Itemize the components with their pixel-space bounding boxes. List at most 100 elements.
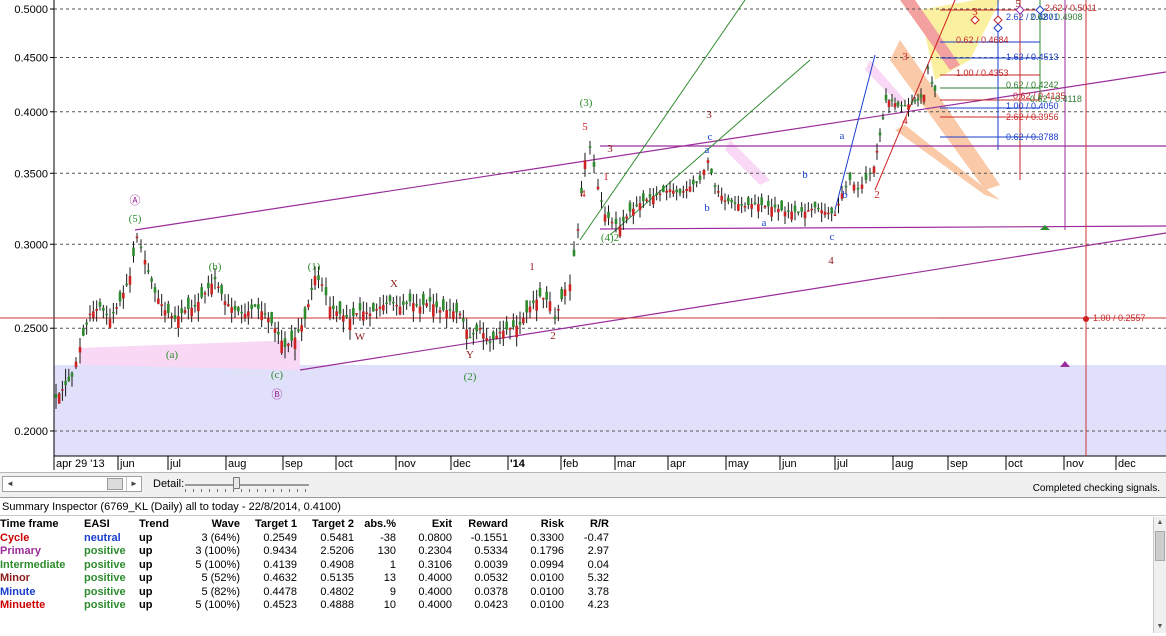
- detail-label: Detail:: [153, 478, 185, 490]
- wave-label: 3: [902, 51, 908, 63]
- fib-label: 2.62 / 0.4801: [1006, 12, 1059, 22]
- price-bar-body: [220, 285, 223, 294]
- price-bar-body: [382, 304, 385, 311]
- price-bar-body: [833, 214, 837, 217]
- scroll-right-icon[interactable]: ►: [126, 477, 141, 491]
- price-bar-body: [352, 307, 355, 317]
- col-header-exit[interactable]: Exit: [396, 517, 452, 531]
- price-bar-body: [767, 200, 770, 207]
- price-bar-body: [610, 221, 614, 224]
- status-message: Completed checking signals.: [1032, 483, 1160, 494]
- scroll-thumb[interactable]: [107, 478, 123, 490]
- price-bar-body: [702, 169, 706, 176]
- price-bar-body: [688, 186, 692, 192]
- cell-exit: 0.2304: [418, 545, 452, 558]
- price-bar-body: [452, 311, 455, 320]
- cell-target1: 0.4632: [263, 572, 297, 585]
- col-header-easi[interactable]: EASI: [84, 517, 139, 531]
- table-row[interactable]: Minute positive up 5 (82%) 0.4478 0.4802 9 0.40…: [0, 585, 609, 599]
- table-row[interactable]: Minuette positive up 5 (100%) 0.4523 0.4888 10…: [0, 599, 609, 613]
- col-header-rr[interactable]: R/R: [564, 517, 609, 531]
- price-bar-body: [415, 304, 418, 306]
- price-chart[interactable]: 0.5000 0.4500 0.4000 0.3500 0.3000 0.2500 0.20…: [0, 0, 1166, 472]
- vscroll-thumb[interactable]: [1155, 531, 1165, 561]
- col-header-target1[interactable]: Target 1: [240, 517, 297, 531]
- price-bar-body: [283, 338, 287, 348]
- wave-label: 2: [874, 189, 880, 201]
- horizontal-scrollbar[interactable]: ◄ ►: [2, 476, 142, 492]
- scroll-down-icon[interactable]: ▼: [1154, 621, 1166, 633]
- price-bar-body: [207, 282, 210, 289]
- price-bar-body: [662, 185, 665, 193]
- price-bar-body: [313, 276, 317, 286]
- price-bar-body: [167, 303, 170, 314]
- price-bar-body: [442, 299, 445, 311]
- summary-inspector: Summary Inspector (6769_KL (Daily) all t…: [0, 497, 1166, 636]
- scroll-left-icon[interactable]: ◄: [3, 477, 17, 491]
- price-bar-body: [418, 306, 422, 314]
- table-row[interactable]: Primary positive up 3 (100%) 0.9434 2.5206 130…: [0, 545, 609, 559]
- price-bar-body: [502, 330, 505, 339]
- price-bar-body: [827, 212, 830, 215]
- price-bar-body: [797, 211, 800, 213]
- chart-canvas[interactable]: 0.5000 0.4500 0.4000 0.3500 0.3000 0.2500 0.20…: [0, 0, 1166, 472]
- wave-label: (2): [464, 371, 477, 383]
- price-bar-body: [92, 311, 95, 318]
- wave-label: (3): [580, 97, 593, 109]
- price-bar-body: [243, 313, 247, 318]
- col-header-trend[interactable]: Trend: [139, 517, 184, 531]
- col-header-wave[interactable]: Wave: [184, 517, 240, 531]
- time-tick-label: may: [728, 458, 749, 470]
- price-bar-body: [773, 204, 777, 208]
- cell-exit: 0.4000: [418, 599, 452, 612]
- scroll-up-icon[interactable]: ▲: [1154, 517, 1166, 529]
- cell-easi: positive: [84, 572, 126, 585]
- table-row[interactable]: Minor positive up 5 (52%) 0.4632 0.5135 13 0.40…: [0, 572, 609, 586]
- slider-knob[interactable]: [233, 477, 240, 489]
- table-row[interactable]: Cycle neutral up 3 (64%) 0.2549 0.5481 -38 0.08…: [0, 531, 609, 545]
- cell-trend: up: [139, 599, 153, 612]
- cell-rr: 4.23: [587, 599, 609, 612]
- price-bar-body: [588, 146, 592, 148]
- target-marker: [1083, 316, 1089, 322]
- price-bar-body: [482, 333, 485, 339]
- price-bar-body: [307, 304, 310, 308]
- price-bar-body: [770, 206, 773, 217]
- price-bar-body: [760, 197, 763, 206]
- price-bar-body: [385, 302, 388, 304]
- cell-trend: up: [139, 531, 153, 544]
- detail-slider[interactable]: [185, 477, 315, 493]
- cell-exit: 0.0800: [418, 531, 452, 544]
- price-bar-body: [777, 208, 780, 213]
- price-bar-body: [830, 207, 833, 214]
- price-bar-body: [233, 305, 237, 311]
- price-bar-body: [632, 208, 635, 216]
- cell-abs: 1: [389, 558, 396, 571]
- wave-label: (1): [308, 261, 321, 273]
- time-tick-label: oct: [1008, 458, 1023, 470]
- col-header-timeframe[interactable]: Time frame: [0, 517, 84, 531]
- cell-risk: 0.0100: [530, 599, 564, 612]
- price-bar-body: [868, 172, 872, 175]
- col-header-target2[interactable]: Target 2: [297, 517, 354, 531]
- price-bar-body: [645, 199, 648, 201]
- cell-target2: 0.4908: [320, 558, 354, 571]
- price-bar-body: [495, 335, 498, 339]
- price-bar-body: [408, 293, 412, 302]
- cell-trend: up: [139, 545, 153, 558]
- price-bar-body: [122, 292, 125, 299]
- price-bar-body: [190, 307, 193, 317]
- price-bar-body: [743, 205, 747, 208]
- table-row[interactable]: Intermediate positive up 5 (100%) 0.4139 0.49…: [0, 558, 609, 572]
- price-bar-body: [115, 307, 118, 309]
- vertical-scrollbar[interactable]: ▲ ▼: [1153, 517, 1166, 633]
- price-bar-body: [548, 301, 552, 312]
- col-header-reward[interactable]: Reward: [452, 517, 508, 531]
- price-bar-body: [695, 181, 698, 183]
- fib-label: 1.00 / 0.2557: [1093, 313, 1146, 323]
- cell-target1: 0.4478: [263, 585, 297, 598]
- col-header-risk[interactable]: Risk: [508, 517, 564, 531]
- price-bar-body: [685, 188, 688, 191]
- col-header-abs[interactable]: abs.%: [354, 517, 396, 531]
- price-bar-body: [428, 296, 432, 302]
